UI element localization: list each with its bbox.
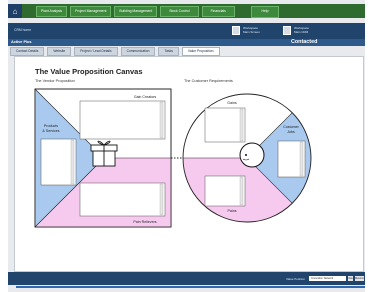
pain-relievers-scrollbar[interactable] [159,183,164,216]
pains-box[interactable] [204,175,246,207]
maximize-button[interactable]: Maximize [355,276,364,281]
bottom-divider [16,286,365,288]
pains-scrollbar[interactable] [239,176,244,206]
customer-jobs-scrollbar[interactable] [299,141,304,177]
products-services-label-2: & Services [42,129,59,133]
products-services-label-1: Products [44,124,58,128]
customer-jobs-label-1: Customer [283,125,299,129]
pain-relievers-box[interactable] [79,182,166,217]
gains-label: Gains [227,101,237,105]
customer-jobs-label-2: Jobs [287,130,295,134]
gift-icon [90,140,118,167]
customer-face-icon [239,142,265,168]
go-button[interactable]: Go [348,276,353,281]
template-select[interactable]: Innovation Network [309,276,346,281]
pain-relievers-label: Pain Relievers [133,220,156,224]
products-services-scrollbar[interactable] [70,139,75,185]
vendor-square: Gain Creators Products & Services Pain R… [34,88,172,228]
gains-box[interactable] [204,107,246,143]
gain-creators-box[interactable] [79,100,166,140]
customer-circle: Gains Customer Jobs Pains [182,93,312,223]
gain-creators-label: Gain Creators [134,95,157,99]
products-services-box[interactable] [40,138,77,186]
gain-creators-scrollbar[interactable] [159,101,164,139]
gains-scrollbar[interactable] [239,108,244,142]
pains-label: Pains [228,209,237,213]
value-proposition-canvas: Gain Creators Products & Services Pain R… [34,88,312,228]
footer-label: Value Position [286,277,305,281]
footer-bar: Value Position Innovation Network Go Max… [8,272,365,285]
